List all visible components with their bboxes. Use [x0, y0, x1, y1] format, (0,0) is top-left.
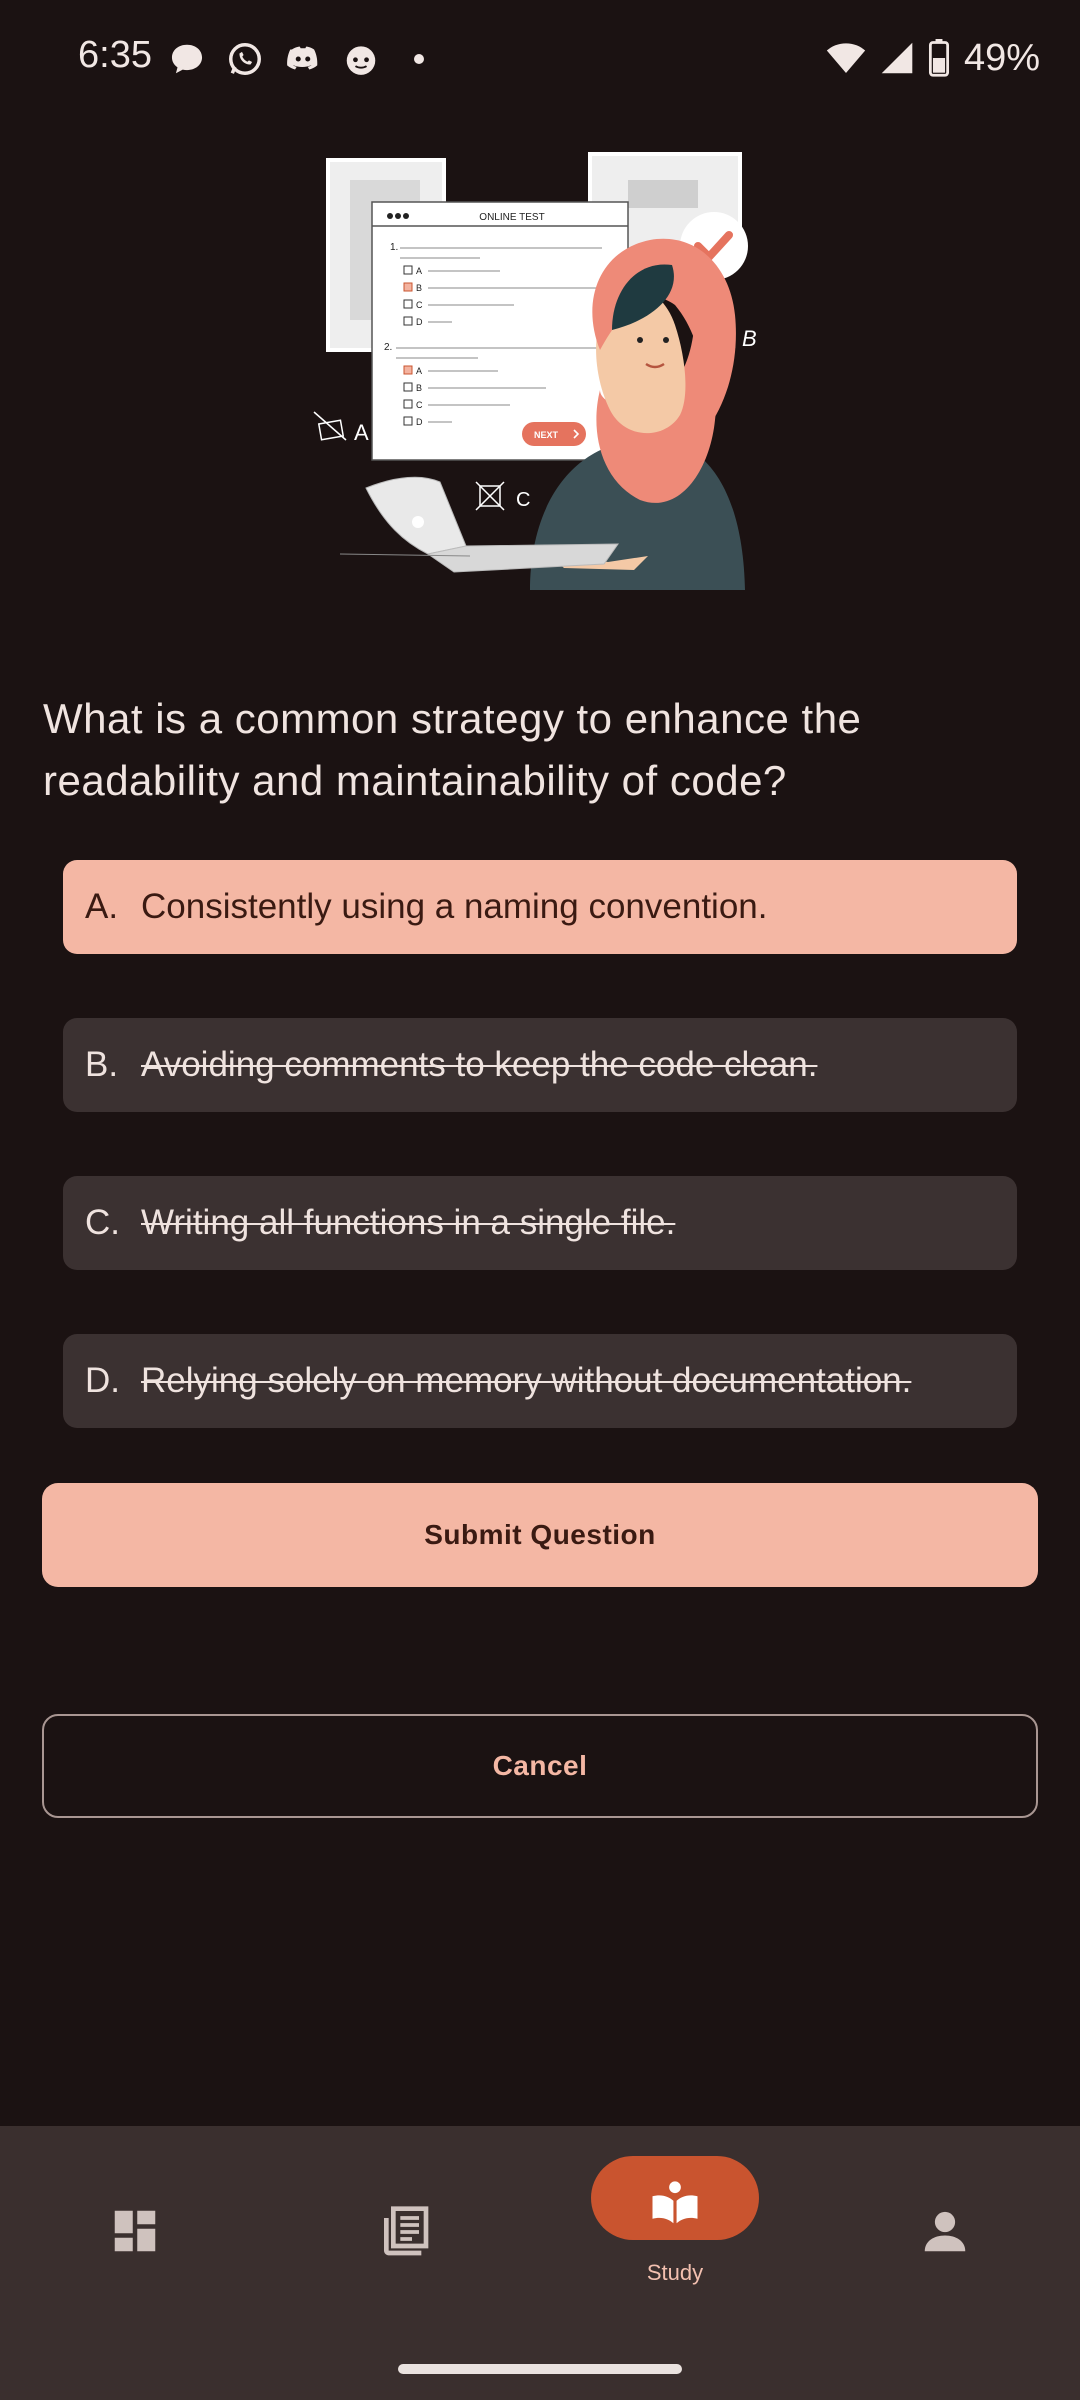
floating-letter-c: C — [475, 481, 530, 511]
svg-text:B: B — [742, 326, 757, 351]
more-notifications-dot — [414, 54, 424, 64]
study-book-icon — [652, 2181, 698, 2224]
test-question-number: 1. — [390, 242, 398, 253]
nav-label-study: Study — [646, 2260, 704, 2285]
submit-question-button[interactable]: Submit Question — [42, 1483, 1038, 1587]
discord-icon — [287, 46, 318, 70]
svg-text:B: B — [416, 383, 422, 393]
answer-option-b[interactable]: B. Avoiding comments to keep the code cl… — [63, 1018, 1017, 1112]
svg-text:C: C — [416, 300, 423, 310]
chat-bubble-icon — [171, 44, 203, 74]
svg-text:A: A — [416, 266, 422, 276]
option-letter: A. — [85, 887, 119, 926]
svg-text:C: C — [516, 489, 530, 511]
dashboard-icon — [114, 2210, 156, 2252]
battery-icon — [928, 39, 949, 77]
floating-letter-a: A — [313, 411, 369, 445]
option-letter: D. — [85, 1361, 120, 1400]
status-time: 6:35 — [78, 34, 152, 76]
cancel-button[interactable]: Cancel — [42, 1714, 1038, 1818]
gesture-home-bar[interactable] — [398, 2364, 682, 2374]
nav-item-articles[interactable] — [270, 2126, 540, 2316]
option-letter: C. — [85, 1203, 120, 1242]
test-question-number: 2. — [384, 342, 392, 353]
question-text: What is a common strategy to enhance the… — [43, 695, 862, 804]
svg-text:D: D — [416, 417, 423, 427]
option-text: Avoiding comments to keep the code clean… — [141, 1045, 818, 1084]
system-icons: 49% — [826, 36, 1040, 80]
profile-icon — [924, 2211, 966, 2252]
bottom-navigation: Study — [0, 2126, 1080, 2400]
option-text: Writing all functions in a single file. — [141, 1203, 676, 1242]
battery-percent: 49% — [963, 36, 1040, 79]
answer-option-d[interactable]: D. Relying solely on memory without docu… — [63, 1334, 1017, 1428]
reddit-icon — [346, 46, 376, 75]
svg-text:C: C — [416, 400, 423, 410]
whatsapp-icon — [229, 43, 261, 75]
cell-signal-icon — [881, 42, 913, 74]
online-test-illustration: ONLINE TEST 1. A B C D 2. A B C D NEXT A… — [313, 152, 757, 590]
test-sheet — [371, 201, 629, 461]
background-frame-inner — [628, 180, 698, 208]
svg-text:A: A — [416, 366, 422, 376]
nav-item-dashboard[interactable] — [0, 2126, 270, 2316]
illustration-next-label: NEXT — [534, 430, 559, 440]
svg-text:D: D — [416, 317, 423, 327]
nav-item-study[interactable]: Study — [540, 2126, 810, 2316]
nav-item-profile[interactable] — [810, 2126, 1080, 2316]
status-bar: 6:35 49% — [0, 0, 1080, 118]
option-text: Relying solely on memory without documen… — [141, 1361, 912, 1400]
option-letter: B. — [85, 1045, 119, 1084]
svg-text:B: B — [416, 283, 422, 293]
test-sheet-header: ONLINE TEST — [479, 212, 544, 223]
option-text: Consistently using a naming convention. — [141, 887, 768, 926]
articles-icon — [384, 2206, 429, 2256]
wifi-icon — [826, 43, 866, 73]
answer-option-a[interactable]: A. Consistently using a naming conventio… — [63, 860, 1017, 954]
answer-option-c[interactable]: C. Writing all functions in a single fil… — [63, 1176, 1017, 1270]
svg-text:A: A — [354, 420, 369, 445]
